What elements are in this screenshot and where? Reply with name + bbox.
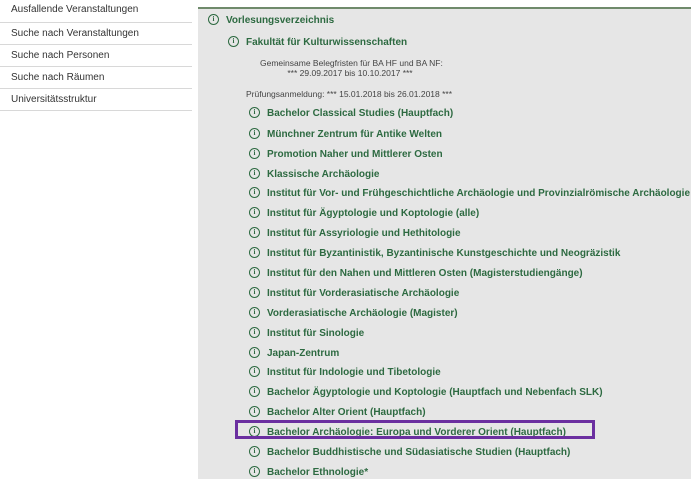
tree-item[interactable]: i Institut für Sinologie bbox=[249, 325, 364, 343]
tree-item-label: Promotion Naher und Mittlerer Osten bbox=[267, 149, 443, 160]
tree-item-label: Institut für Byzantinistik, Byzantinisch… bbox=[267, 248, 621, 259]
tree-item-label: Klassische Archäologie bbox=[267, 169, 380, 180]
info-icon[interactable]: i bbox=[249, 167, 260, 179]
sidebar-item-universitaetsstruktur[interactable]: Universitätsstruktur bbox=[0, 89, 192, 111]
info-icon[interactable]: i bbox=[249, 147, 260, 159]
tree-item-label: Vorderasiatische Archäologie (Magister) bbox=[267, 308, 458, 319]
tree-item-label: Japan-Zentrum bbox=[267, 348, 340, 359]
sidebar-item-veranstaltungen[interactable]: Suche nach Veranstaltungen bbox=[0, 23, 192, 45]
tree-item[interactable]: i Institut für Vor- und Frühgeschichtlich… bbox=[249, 185, 690, 203]
tree-item-label: Bachelor Buddhistische und Südasiatische… bbox=[267, 447, 571, 458]
tree-item[interactable]: i Institut für Byzantinistik, Byzantinisc… bbox=[249, 245, 620, 263]
info-icon[interactable]: i bbox=[249, 306, 260, 318]
tree-item-label: Institut für Ägyptologie und Koptologie … bbox=[267, 208, 480, 219]
info-icon[interactable]: i bbox=[249, 365, 260, 377]
info-icon[interactable]: i bbox=[249, 266, 260, 278]
info-icon[interactable]: i bbox=[208, 13, 219, 25]
tree-item[interactable]: i Münchner Zentrum für Antike Welten bbox=[249, 126, 442, 144]
info-icon[interactable]: i bbox=[249, 346, 260, 358]
info-icon[interactable]: i bbox=[249, 206, 260, 218]
info-icon[interactable]: i bbox=[249, 246, 260, 258]
info-icon[interactable]: i bbox=[249, 106, 260, 118]
sidebar-item-personen[interactable]: Suche nach Personen bbox=[0, 45, 192, 67]
tree-item[interactable]: i Japan-Zentrum bbox=[249, 345, 339, 363]
tree-item-label: Institut für Sinologie bbox=[267, 328, 365, 339]
info-icon[interactable]: i bbox=[249, 226, 260, 238]
info-icon[interactable]: i bbox=[249, 326, 260, 338]
tree-item[interactable]: i Bachelor Ethnologie* bbox=[249, 464, 368, 482]
info-icon[interactable]: i bbox=[249, 405, 260, 417]
selection-highlight-box bbox=[235, 420, 595, 439]
note-line: *** 29.09.2017 bis 10.10.2017 *** bbox=[287, 68, 413, 78]
exam-registration-note: Prüfungsanmeldung: *** 15.01.2018 bis 26… bbox=[246, 89, 453, 99]
tree-item[interactable]: i Bachelor Buddhistische und Südasiatisch… bbox=[249, 444, 570, 462]
info-icon[interactable]: i bbox=[249, 385, 260, 397]
tree-root-label: Vorlesungsverzeichnis bbox=[226, 15, 335, 26]
sidebar-item-raeume[interactable]: Suche nach Räumen bbox=[0, 67, 192, 89]
info-icon[interactable]: i bbox=[249, 186, 260, 198]
note-line: Gemeinsame Belegfristen für BA HF und BA… bbox=[260, 58, 443, 68]
tree-faculty-item[interactable]: i Fakultät für Kulturwissenschaften bbox=[228, 34, 407, 52]
tree-item[interactable]: i Institut für Ägyptologie und Koptologie… bbox=[249, 205, 479, 223]
course-tree-panel: i Vorlesungsverzeichnis i Fakultät für Kul… bbox=[198, 7, 691, 479]
tree-item[interactable]: i Vorderasiatische Archäologie (Magister) bbox=[249, 305, 458, 323]
tree-item-label: Institut für den Nahen und Mittleren Ost… bbox=[267, 268, 583, 279]
tree-item[interactable]: i Institut für Vorderasiatische Archäolog… bbox=[249, 285, 459, 303]
tree-item-label: Münchner Zentrum für Antike Welten bbox=[267, 129, 443, 140]
info-icon[interactable]: i bbox=[249, 465, 260, 477]
tree-item[interactable]: i Bachelor Classical Studies (Hauptfach) bbox=[249, 105, 453, 123]
sidebar-nav: Ausfallende Veranstaltungen Suche nach V… bbox=[0, 0, 192, 111]
tree-item[interactable]: i Bachelor Ägyptologie und Koptologie (Ha… bbox=[249, 384, 603, 402]
tree-item[interactable]: i Institut für Indologie und Tibetologie bbox=[249, 364, 441, 382]
tree-item[interactable]: i Institut für den Nahen und Mittleren Os… bbox=[249, 265, 583, 283]
tree-item-label: Bachelor Alter Orient (Hauptfach) bbox=[267, 407, 426, 418]
tree-item-label: Bachelor Ethnologie* bbox=[267, 467, 369, 478]
tree-item[interactable]: i Promotion Naher und Mittlerer Osten bbox=[249, 146, 443, 164]
sidebar-item-ausfallende[interactable]: Ausfallende Veranstaltungen bbox=[0, 0, 192, 23]
tree-item[interactable]: i Klassische Archäologie bbox=[249, 166, 379, 184]
tree-item-label: Bachelor Classical Studies (Hauptfach) bbox=[267, 108, 454, 119]
info-icon[interactable]: i bbox=[249, 127, 260, 139]
tree-faculty-label: Fakultät für Kulturwissenschaften bbox=[246, 37, 408, 48]
info-icon[interactable]: i bbox=[249, 445, 260, 457]
info-icon[interactable]: i bbox=[249, 286, 260, 298]
tree-item-label: Bachelor Ägyptologie und Koptologie (Hau… bbox=[267, 387, 603, 398]
tree-root-item[interactable]: i Vorlesungsverzeichnis bbox=[208, 12, 334, 30]
registration-deadline-note: Gemeinsame Belegfristen für BA HF und BA… bbox=[260, 58, 443, 78]
tree-item-label: Institut für Vorderasiatische Archäologi… bbox=[267, 288, 460, 299]
tree-item-label: Institut für Vor- und Frühgeschichtliche… bbox=[267, 188, 691, 199]
tree-item[interactable]: i Institut für Assyriologie und Hethitolo… bbox=[249, 225, 461, 243]
tree-item-label: Institut für Indologie und Tibetologie bbox=[267, 367, 441, 378]
info-icon[interactable]: i bbox=[228, 35, 239, 47]
tree-item-label: Institut für Assyriologie und Hethitolog… bbox=[267, 228, 461, 239]
